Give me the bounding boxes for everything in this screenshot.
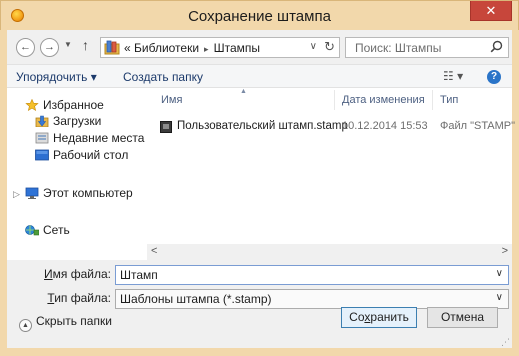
filename-field[interactable]: Штамп ∨ <box>115 265 509 285</box>
chevron-down-icon[interactable]: ∨ <box>496 268 503 279</box>
file-name: Пользовательский штамп.stamp <box>177 120 348 132</box>
sidebar-item-this-pc[interactable]: Этот компьютер <box>25 186 133 200</box>
recent-locations-dropdown[interactable]: ▼ <box>64 40 72 49</box>
help-icon[interactable]: ? <box>487 70 501 84</box>
organize-menu[interactable]: Упорядочить ▾ <box>16 70 97 84</box>
desktop-icon <box>35 149 49 161</box>
file-date: 10.12.2014 15:53 <box>342 120 428 132</box>
star-icon <box>25 99 39 111</box>
column-header-type[interactable]: Тип <box>440 94 458 106</box>
view-options-icon[interactable]: ☷ ▾ <box>443 69 469 83</box>
search-box[interactable]: Поиск: Штампы <box>345 37 509 58</box>
recent-places-icon <box>35 132 49 144</box>
hide-folders-button[interactable]: ▲ Скрыть папки <box>19 314 112 332</box>
save-label-end: ранить <box>370 310 409 324</box>
search-icon[interactable] <box>490 40 503 53</box>
scroll-left-arrow-icon[interactable]: < <box>151 245 157 257</box>
sidebar-item-desktop[interactable]: Рабочий стол <box>35 148 128 162</box>
navigation-bar: ← → ▼ ↑ « Библиотеки ▸ Штампы ∨ ↻ Поиск: Ш… <box>7 30 512 64</box>
title-bar: Сохранение штампа ✕ <box>0 0 519 30</box>
up-button[interactable]: ↑ <box>82 37 89 53</box>
column-divider[interactable] <box>432 90 433 110</box>
file-row[interactable]: Пользовательский штамп.stamp 10.12.2014 … <box>147 118 515 136</box>
scroll-right-arrow-icon[interactable]: > <box>502 245 508 257</box>
search-input[interactable]: Поиск: Штампы <box>355 41 441 55</box>
collapse-icon: ▲ <box>19 319 32 332</box>
address-bar[interactable]: « Библиотеки ▸ Штампы ∨ ↻ <box>100 37 340 58</box>
address-prefix[interactable]: « <box>124 41 131 55</box>
filename-value[interactable]: Штамп <box>120 268 158 282</box>
dialog-footer: ▲ Скрыть папки Сохранить Отмена ⋰ <box>7 307 512 348</box>
filename-label: Имя файла: <box>7 267 111 281</box>
file-type: Файл "STAMP" <box>440 120 515 132</box>
computer-icon <box>25 187 39 199</box>
column-divider[interactable] <box>334 90 335 110</box>
filename-label-accelerator: И <box>44 267 53 281</box>
sidebar-item-label: Загрузки <box>53 114 102 128</box>
sidebar-item-label: Рабочий стол <box>53 148 129 162</box>
expand-computer-icon[interactable]: ▷ <box>13 189 20 200</box>
resize-grip-icon[interactable]: ⋰ <box>501 337 510 348</box>
libraries-icon <box>104 40 120 55</box>
downloads-icon <box>35 115 49 127</box>
refresh-icon[interactable]: ↻ <box>324 39 335 55</box>
sidebar-item-network[interactable]: Сеть <box>25 223 70 237</box>
address-history-chevron-icon[interactable]: ∨ <box>310 41 317 52</box>
column-header-name[interactable]: Имя <box>161 94 182 106</box>
column-header-date[interactable]: Дата изменения <box>342 94 425 106</box>
close-button[interactable]: ✕ <box>470 1 512 21</box>
save-button[interactable]: Сохранить <box>341 307 417 328</box>
filetype-value[interactable]: Шаблоны штампа (*.stamp) <box>120 292 272 306</box>
window-title: Сохранение штампа <box>188 8 331 25</box>
filetype-select[interactable]: Шаблоны штампа (*.stamp) ∨ <box>115 289 509 309</box>
dialog-body: ← → ▼ ↑ « Библиотеки ▸ Штампы ∨ ↻ Поиск: Ш… <box>7 30 515 348</box>
address-segment-stamps[interactable]: Штампы <box>214 41 260 55</box>
sidebar-item-recent-places[interactable]: Недавние места <box>35 131 144 145</box>
network-icon <box>25 225 39 236</box>
forward-button[interactable]: → <box>40 38 59 57</box>
sidebar-item-downloads[interactable]: Загрузки <box>35 114 101 128</box>
back-button[interactable]: ← <box>16 38 35 57</box>
save-label-start: Со <box>349 310 365 324</box>
stamp-file-icon <box>160 121 172 133</box>
command-bar: Упорядочить ▾ Создать папку ☷ ▾ ? <box>7 64 512 88</box>
filename-label-text: мя файла: <box>52 267 111 281</box>
chevron-down-icon[interactable]: ∨ <box>496 292 503 303</box>
sort-ascending-icon: ▲ <box>240 88 247 95</box>
address-separator[interactable]: ▸ <box>204 44 209 54</box>
sidebar-item-label: Избранное <box>43 98 104 112</box>
cancel-button[interactable]: Отмена <box>427 307 498 328</box>
window-frame: ← → ▼ ↑ « Библиотеки ▸ Штампы ∨ ↻ Поиск: Ш… <box>0 30 519 356</box>
file-list: Имя ▲ Дата изменения Тип Пользовательски… <box>147 88 515 260</box>
horizontal-scrollbar[interactable]: < > <box>147 244 512 260</box>
filetype-label-text: ип файла: <box>54 291 111 305</box>
new-folder-button[interactable]: Создать папку <box>123 70 203 84</box>
sidebar-item-label: Сеть <box>43 223 70 237</box>
sidebar-item-label: Этот компьютер <box>43 186 133 200</box>
sidebar-item-favorites[interactable]: Избранное <box>25 98 104 112</box>
address-segment-libraries[interactable]: Библиотеки <box>134 41 199 55</box>
sidebar-item-label: Недавние места <box>53 131 145 145</box>
filetype-label: Тип файла: <box>7 291 111 305</box>
address-path: « Библиотеки ▸ Штампы <box>124 41 260 55</box>
navigation-pane: Избранное Загрузки Недавние места Рабочи… <box>7 88 147 260</box>
hide-folders-label: Скрыть папки <box>36 314 112 328</box>
main-pane: Избранное Загрузки Недавние места Рабочи… <box>7 88 515 260</box>
